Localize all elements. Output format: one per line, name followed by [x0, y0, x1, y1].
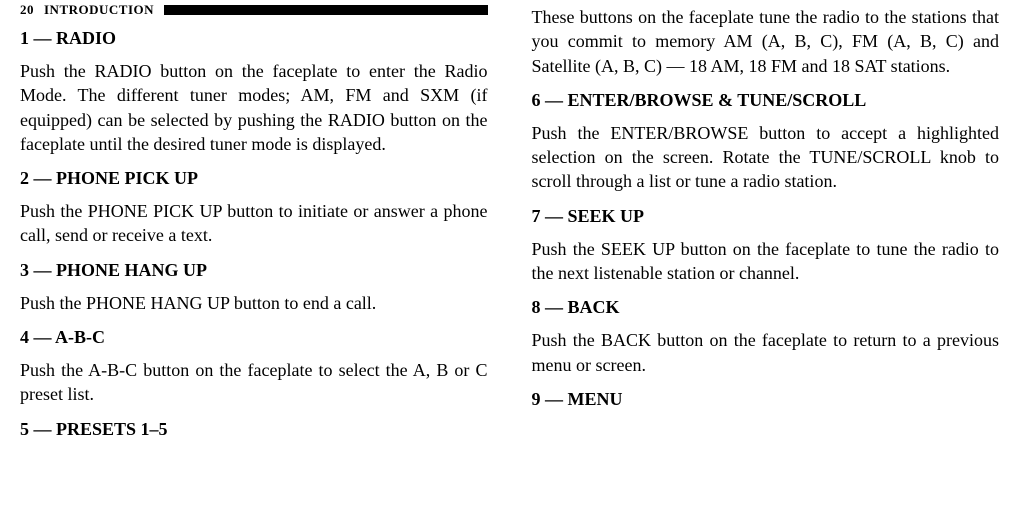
paragraph-abc: Push the A-B-C button on the faceplate t…	[20, 358, 488, 407]
section-7: 7 — SEEK UP Push the SEEK UP button on t…	[532, 206, 1000, 286]
heading-phone-pick-up: 2 — PHONE PICK UP	[20, 168, 488, 189]
section-9: 9 — MENU	[532, 389, 1000, 410]
section-8: 8 — BACK Push the BACK button on the fac…	[532, 297, 1000, 377]
left-column: 20 INTRODUCTION 1 — RADIO Push the RADIO…	[0, 0, 510, 506]
section-title: INTRODUCTION	[44, 2, 164, 18]
section-3: 3 — PHONE HANG UP Push the PHONE HANG UP…	[20, 260, 488, 315]
heading-radio: 1 — RADIO	[20, 28, 488, 49]
heading-enter-browse: 6 — ENTER/BROWSE & TUNE/SCROLL	[532, 90, 1000, 111]
heading-menu: 9 — MENU	[532, 389, 1000, 410]
page-container: 20 INTRODUCTION 1 — RADIO Push the RADIO…	[0, 0, 1019, 506]
section-6: 6 — ENTER/BROWSE & TUNE/SCROLL Push the …	[532, 90, 1000, 194]
section-5: 5 — PRESETS 1–5	[20, 419, 488, 440]
heading-presets: 5 — PRESETS 1–5	[20, 419, 488, 440]
paragraph-phone-hang-up: Push the PHONE HANG UP button to end a c…	[20, 291, 488, 315]
paragraph-phone-pick-up: Push the PHONE PICK UP button to initiat…	[20, 199, 488, 248]
page-number: 20	[20, 2, 44, 18]
section-2: 2 — PHONE PICK UP Push the PHONE PICK UP…	[20, 168, 488, 248]
right-column: These buttons on the faceplate tune the …	[510, 0, 1019, 506]
section-1: 1 — RADIO Push the RADIO button on the f…	[20, 28, 488, 156]
paragraph-enter-browse: Push the ENTER/BROWSE button to accept a…	[532, 121, 1000, 194]
paragraph-seek-up: Push the SEEK UP button on the faceplate…	[532, 237, 1000, 286]
heading-abc: 4 — A-B-C	[20, 327, 488, 348]
header-rule	[164, 5, 487, 15]
page-header: 20 INTRODUCTION	[20, 0, 488, 20]
paragraph-presets: These buttons on the faceplate tune the …	[532, 5, 1000, 78]
heading-phone-hang-up: 3 — PHONE HANG UP	[20, 260, 488, 281]
heading-back: 8 — BACK	[532, 297, 1000, 318]
paragraph-radio: Push the RADIO button on the faceplate t…	[20, 59, 488, 156]
section-4: 4 — A-B-C Push the A-B-C button on the f…	[20, 327, 488, 407]
paragraph-back: Push the BACK button on the faceplate to…	[532, 328, 1000, 377]
heading-seek-up: 7 — SEEK UP	[532, 206, 1000, 227]
